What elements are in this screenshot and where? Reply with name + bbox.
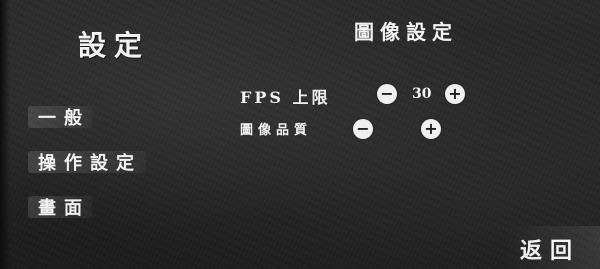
quality-increase-button[interactable]: +	[421, 119, 441, 139]
settings-title: 設定	[78, 29, 151, 62]
fps-decrease-button[interactable]: −	[377, 84, 397, 104]
minus-icon: −	[356, 119, 370, 138]
minus-icon: −	[380, 84, 394, 103]
graphics-settings-title: 圖像設定	[354, 20, 458, 44]
sidebar-item-label: 畫面	[38, 198, 90, 219]
plus-icon: +	[448, 84, 462, 103]
fps-increase-button[interactable]: +	[445, 84, 465, 104]
fps-value: 30	[412, 86, 432, 102]
left-edge-shadow	[0, 0, 10, 269]
sidebar-item-general[interactable]: 一般	[28, 102, 92, 132]
fps-limit-label: FPS 上限	[240, 88, 331, 107]
sidebar-item-controls[interactable]: 操作設定	[28, 147, 146, 177]
sidebar-item-display[interactable]: 畫面	[28, 192, 92, 222]
quality-decrease-button[interactable]: −	[353, 119, 373, 139]
sidebar-item-label: 操作設定	[38, 153, 142, 174]
back-button[interactable]: 返回	[520, 233, 580, 265]
plus-icon: +	[424, 119, 438, 138]
sidebar-item-label: 一般	[38, 108, 90, 129]
graphics-quality-label: 圖像品質	[240, 123, 313, 138]
